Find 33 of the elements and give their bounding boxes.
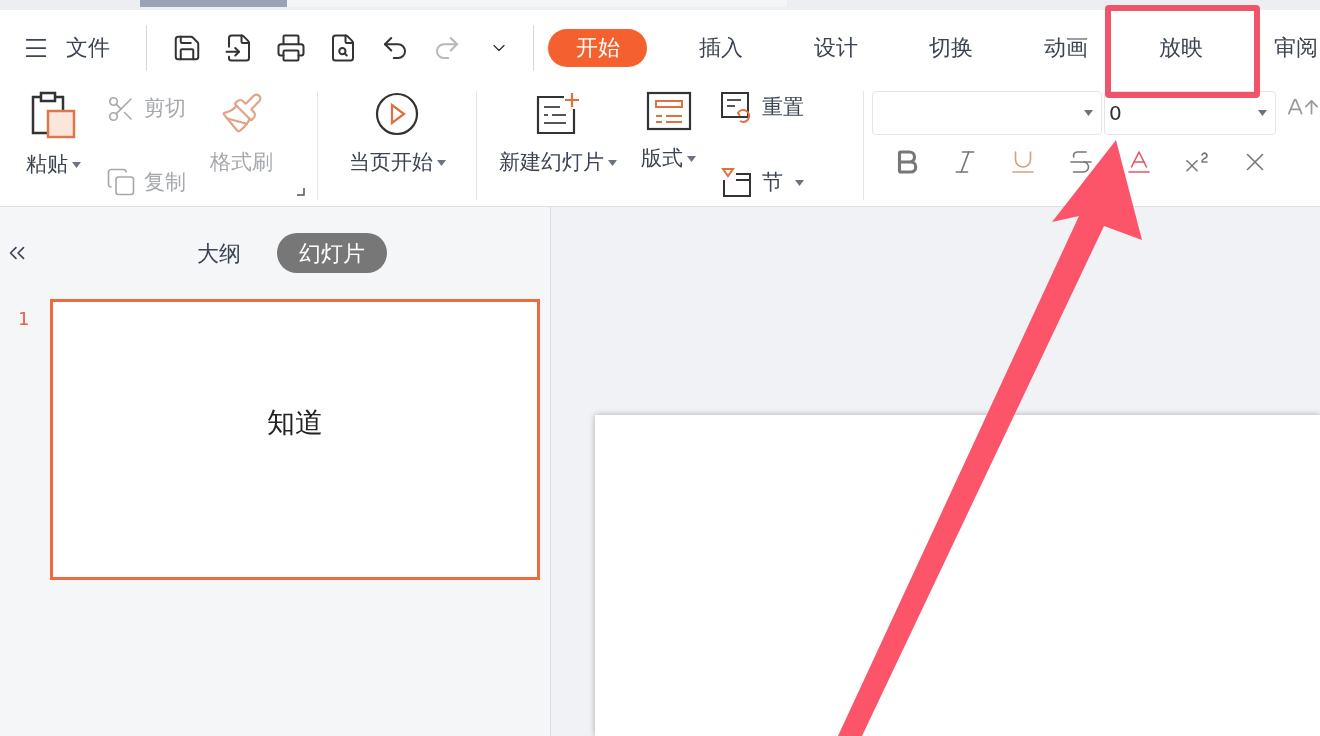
play-from-current-button[interactable]: 当页开始 (348, 91, 446, 200)
layout-icon (645, 91, 692, 131)
slide-thumbnail[interactable]: 知道 (50, 299, 540, 580)
ribbon-tab[interactable]: 插入 (663, 28, 778, 67)
clipboard-icon (30, 91, 76, 139)
dialog-launcher-icon[interactable] (296, 188, 305, 196)
caret-icon (795, 180, 805, 186)
caret-icon (71, 161, 81, 168)
caret-icon (608, 159, 618, 166)
copy-icon (106, 167, 136, 198)
caret-icon (1084, 110, 1093, 116)
caret-icon (436, 159, 446, 166)
new-slide-button[interactable]: 新建幻灯片 (499, 91, 618, 200)
menu-button[interactable]: 文件 (22, 31, 110, 64)
slide-number: 1 (17, 307, 31, 331)
slide-text: 知道 (267, 404, 323, 441)
ribbon-tab[interactable]: 审阅 (1238, 28, 1320, 67)
reset-button[interactable]: 重置 (720, 91, 805, 125)
panel-tab[interactable]: 大纲 (175, 233, 263, 273)
caret-icon (687, 155, 697, 162)
ribbon-tab[interactable]: 设计 (778, 28, 893, 67)
paste-button[interactable]: 粘贴 (18, 91, 88, 200)
ribbon-tab[interactable]: 放映 (1123, 28, 1238, 67)
section-button[interactable]: 节 (720, 166, 805, 200)
play-icon (374, 91, 421, 137)
ribbon-tab[interactable]: 动画 (1008, 28, 1123, 67)
layout-button[interactable]: 版式 (641, 91, 697, 200)
ribbon-tab[interactable]: 切换 (893, 28, 1008, 67)
font-name-field[interactable] (872, 91, 1102, 135)
caret-icon (1258, 110, 1267, 116)
font-size-field[interactable]: 0 (1104, 91, 1276, 135)
slide-canvas[interactable] (595, 415, 1320, 736)
panel-tab[interactable]: 幻灯片 (277, 233, 387, 273)
